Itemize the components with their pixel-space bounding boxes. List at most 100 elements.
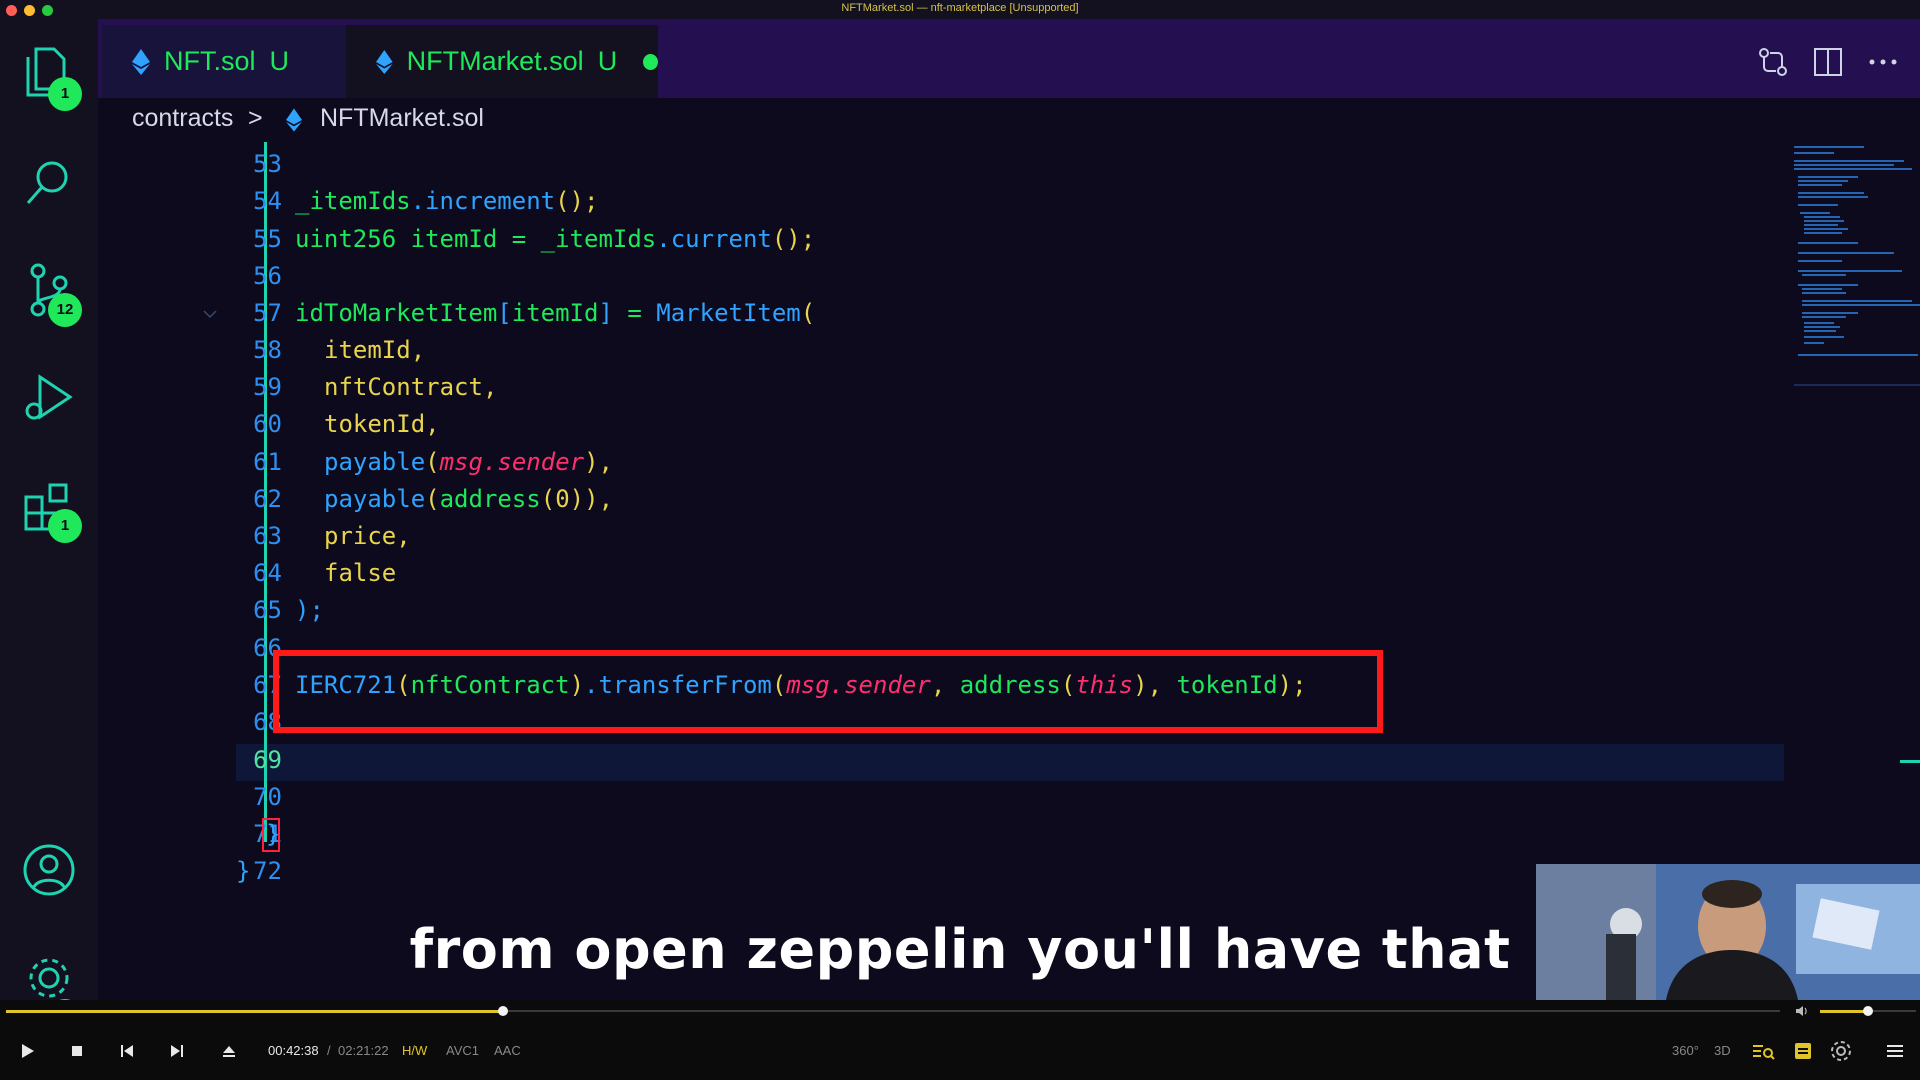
tab-nftmarket-sol[interactable]: NFTMarket.sol U bbox=[346, 25, 658, 98]
code-token: itemId, bbox=[324, 336, 426, 364]
code-token: ), bbox=[584, 448, 614, 476]
minimap[interactable] bbox=[1794, 142, 1920, 382]
current-time: 00:42:38 bbox=[268, 1043, 319, 1058]
line-number-current: 69 bbox=[253, 746, 282, 774]
total-time: 02:21:22 bbox=[338, 1043, 389, 1058]
line-number: 70 bbox=[253, 783, 282, 811]
line-number: 56 bbox=[253, 262, 282, 290]
time-separator: / bbox=[327, 1043, 331, 1058]
window-titlebar: NFTMarket.sol — nft-marketplace [Unsuppo… bbox=[0, 0, 1920, 19]
line-number: 62 bbox=[253, 485, 282, 513]
scrollbar-marker[interactable] bbox=[1900, 760, 1920, 763]
play-icon[interactable] bbox=[12, 1036, 42, 1066]
code-token: itemId = bbox=[396, 225, 541, 253]
video-codec-tag: AVC1 bbox=[446, 1043, 479, 1058]
source-control-icon[interactable]: 12 bbox=[18, 259, 82, 327]
previous-icon[interactable] bbox=[112, 1036, 142, 1066]
code-token: current bbox=[670, 225, 772, 253]
current-line-highlight bbox=[236, 744, 1784, 781]
code-token: itemId bbox=[511, 299, 599, 327]
account-icon[interactable] bbox=[18, 839, 80, 901]
code-token: false bbox=[324, 559, 397, 587]
code-token: )), bbox=[569, 485, 614, 513]
volume-icon[interactable] bbox=[1794, 1003, 1810, 1019]
window-title: NFTMarket.sol — nft-marketplace [Unsuppo… bbox=[841, 2, 1079, 14]
code-line-60: tokenId, bbox=[324, 406, 440, 443]
explorer-badge: 1 bbox=[48, 77, 82, 111]
code-token: (); bbox=[555, 187, 599, 215]
seek-bar-handle[interactable] bbox=[497, 1006, 508, 1016]
unsaved-dot-icon[interactable] bbox=[643, 53, 658, 70]
run-debug-icon[interactable] bbox=[18, 367, 80, 429]
line-number: 57 bbox=[253, 299, 282, 327]
search-icon[interactable] bbox=[18, 151, 80, 213]
code-token: price, bbox=[324, 522, 411, 550]
code-token: . bbox=[656, 225, 671, 253]
next-icon[interactable] bbox=[162, 1036, 192, 1066]
breadcrumb-file[interactable]: NFTMarket.sol bbox=[320, 104, 484, 133]
code-line-64: false bbox=[324, 555, 396, 592]
tab-nft-sol[interactable]: NFT.sol U bbox=[102, 25, 346, 98]
minimap-slider[interactable] bbox=[1794, 384, 1920, 386]
fold-chevron-icon[interactable] bbox=[202, 306, 218, 322]
code-token: (); bbox=[771, 225, 816, 253]
code-token: ( bbox=[425, 485, 440, 513]
tab-label: NFT.sol bbox=[164, 46, 256, 76]
code-line-55: uint256 itemId = _itemIds.current(); bbox=[295, 221, 815, 258]
3d-toggle[interactable]: 3D bbox=[1714, 1043, 1731, 1058]
extensions-badge: 1 bbox=[48, 509, 82, 543]
code-token: = bbox=[612, 299, 657, 327]
volume-handle[interactable] bbox=[1863, 1006, 1873, 1016]
playlist-search-icon[interactable] bbox=[1748, 1036, 1778, 1066]
stop-icon[interactable] bbox=[62, 1036, 92, 1066]
line-number: 72 bbox=[253, 857, 282, 885]
source-control-badge: 12 bbox=[48, 293, 82, 327]
code-token: tokenId, bbox=[324, 410, 440, 438]
video-caption: from open zeppelin you'll have that bbox=[409, 918, 1511, 981]
code-line-59: nftContract, bbox=[324, 369, 497, 406]
code-token: increment bbox=[425, 187, 556, 215]
code-token: MarketItem bbox=[656, 299, 801, 327]
tab-untracked-indicator: U bbox=[597, 46, 618, 76]
split-editor-icon[interactable] bbox=[1811, 45, 1845, 79]
editor-tab-bar: NFT.sol U NFTMarket.sol U bbox=[98, 19, 1920, 98]
line-number: 71 bbox=[253, 820, 282, 848]
line-number: 61 bbox=[253, 448, 282, 476]
line-number: 55 bbox=[253, 225, 282, 253]
explorer-icon[interactable]: 1 bbox=[18, 43, 82, 111]
extensions-icon[interactable]: 1 bbox=[18, 475, 82, 543]
compare-changes-icon[interactable] bbox=[1756, 45, 1790, 79]
breadcrumb-folder[interactable]: contracts bbox=[132, 104, 233, 133]
activity-bar: 1 12 1 1 bbox=[0, 19, 98, 1033]
line-number: 60 bbox=[253, 410, 282, 438]
code-token: [ bbox=[497, 299, 512, 327]
code-token: payable bbox=[324, 485, 426, 513]
code-token: ( bbox=[800, 299, 816, 327]
player-settings-icon[interactable] bbox=[1826, 1036, 1856, 1066]
ethereum-file-icon bbox=[132, 48, 150, 75]
tab-label: NFTMarket.sol bbox=[406, 46, 584, 76]
line-number: 53 bbox=[253, 150, 282, 178]
hw-decode-tag[interactable]: H/W bbox=[402, 1043, 427, 1058]
360-toggle[interactable]: 360° bbox=[1672, 1043, 1699, 1058]
code-token: address bbox=[439, 485, 541, 513]
eject-icon[interactable] bbox=[214, 1036, 244, 1066]
subtitles-icon[interactable] bbox=[1788, 1036, 1818, 1066]
tab-untracked-indicator: U bbox=[269, 46, 290, 76]
code-token: _itemIds bbox=[295, 187, 411, 215]
code-line-63: price, bbox=[324, 518, 411, 555]
code-token: ( bbox=[540, 485, 556, 513]
line-number: 68 bbox=[253, 708, 282, 736]
more-actions-icon[interactable] bbox=[1866, 45, 1900, 79]
code-token: nftContract, bbox=[324, 373, 498, 401]
code-line-57: idToMarketItem[itemId] = MarketItem( bbox=[295, 295, 815, 332]
line-number: 64 bbox=[253, 559, 282, 587]
code-line-62: payable(address(0)), bbox=[324, 481, 613, 518]
ethereum-file-icon bbox=[376, 49, 393, 74]
menu-icon[interactable] bbox=[1880, 1036, 1910, 1066]
code-line-65: ); bbox=[295, 592, 324, 629]
line-number: 59 bbox=[253, 373, 282, 401]
code-token: payable bbox=[324, 448, 426, 476]
code-token: idToMarketItem bbox=[295, 299, 498, 327]
code-token: 0 bbox=[555, 485, 570, 513]
